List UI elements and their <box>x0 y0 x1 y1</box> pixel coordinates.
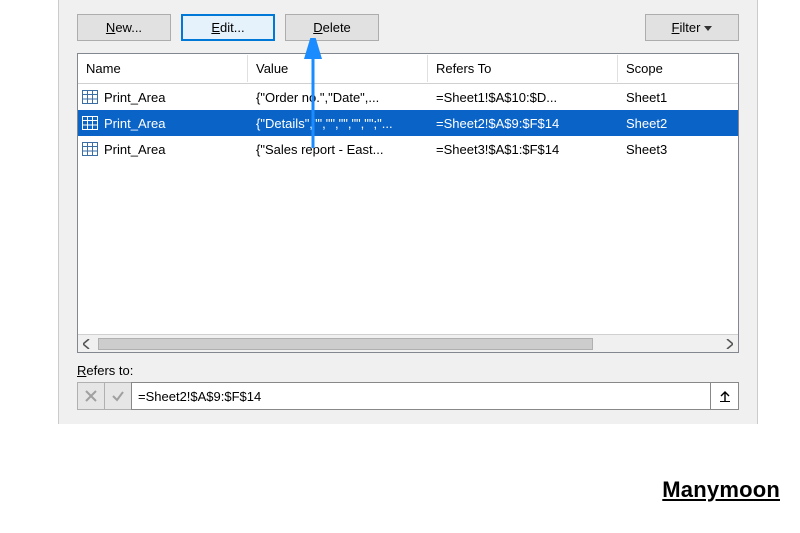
toolbar: New... Edit... Delete Filter <box>59 0 757 53</box>
range-picker-button[interactable] <box>711 382 739 410</box>
check-icon <box>111 389 125 403</box>
row-name: Print_Area <box>104 116 165 131</box>
delete-button[interactable]: Delete <box>285 14 379 41</box>
refers-to-section: Refers to: <box>59 359 757 424</box>
table-row[interactable]: Print_Area {"Details","","","","","";"...… <box>78 110 738 136</box>
names-list: Name Value Refers To Scope Print_Area {"O… <box>77 53 739 353</box>
col-name[interactable]: Name <box>78 55 248 82</box>
filter-button[interactable]: Filter <box>645 14 739 41</box>
row-refers-to: =Sheet2!$A$9:$F$14 <box>428 116 618 131</box>
name-manager-dialog: New... Edit... Delete Filter Name Value … <box>58 0 758 424</box>
table-icon <box>82 142 98 156</box>
new-button[interactable]: New... <box>77 14 171 41</box>
table-row[interactable]: Print_Area {"Sales report - East...=Sheet… <box>78 136 738 162</box>
x-icon <box>84 389 98 403</box>
refers-to-label: Refers to: <box>77 363 739 378</box>
row-scope: Sheet2 <box>618 116 738 131</box>
row-refers-to: =Sheet1!$A$10:$D... <box>428 90 618 105</box>
horizontal-scrollbar[interactable] <box>78 334 738 352</box>
row-value: {"Order no.","Date",... <box>248 90 428 105</box>
col-value[interactable]: Value <box>248 55 428 82</box>
row-name: Print_Area <box>104 90 165 105</box>
collapse-dialog-icon <box>719 390 731 402</box>
table-icon <box>82 90 98 104</box>
col-refers-to[interactable]: Refers To <box>428 55 618 82</box>
list-body: Print_Area {"Order no.","Date",...=Sheet1… <box>78 84 738 334</box>
chevron-down-icon <box>704 26 712 31</box>
refers-to-input[interactable] <box>131 382 711 410</box>
table-icon <box>82 116 98 130</box>
scroll-thumb[interactable] <box>98 338 593 350</box>
row-value: {"Sales report - East... <box>248 142 428 157</box>
scroll-left-icon[interactable] <box>78 335 96 353</box>
edit-button[interactable]: Edit... <box>181 14 275 41</box>
list-header[interactable]: Name Value Refers To Scope <box>78 54 738 84</box>
row-refers-to: =Sheet3!$A$1:$F$14 <box>428 142 618 157</box>
row-name: Print_Area <box>104 142 165 157</box>
col-scope[interactable]: Scope <box>618 55 738 82</box>
scroll-right-icon[interactable] <box>720 335 738 353</box>
table-row[interactable]: Print_Area {"Order no.","Date",...=Sheet1… <box>78 84 738 110</box>
row-scope: Sheet1 <box>618 90 738 105</box>
confirm-refers-button[interactable] <box>104 382 132 410</box>
watermark: Manymoon <box>662 477 780 503</box>
row-value: {"Details","","","","","";"... <box>248 116 428 131</box>
row-scope: Sheet3 <box>618 142 738 157</box>
cancel-refers-button[interactable] <box>77 382 105 410</box>
